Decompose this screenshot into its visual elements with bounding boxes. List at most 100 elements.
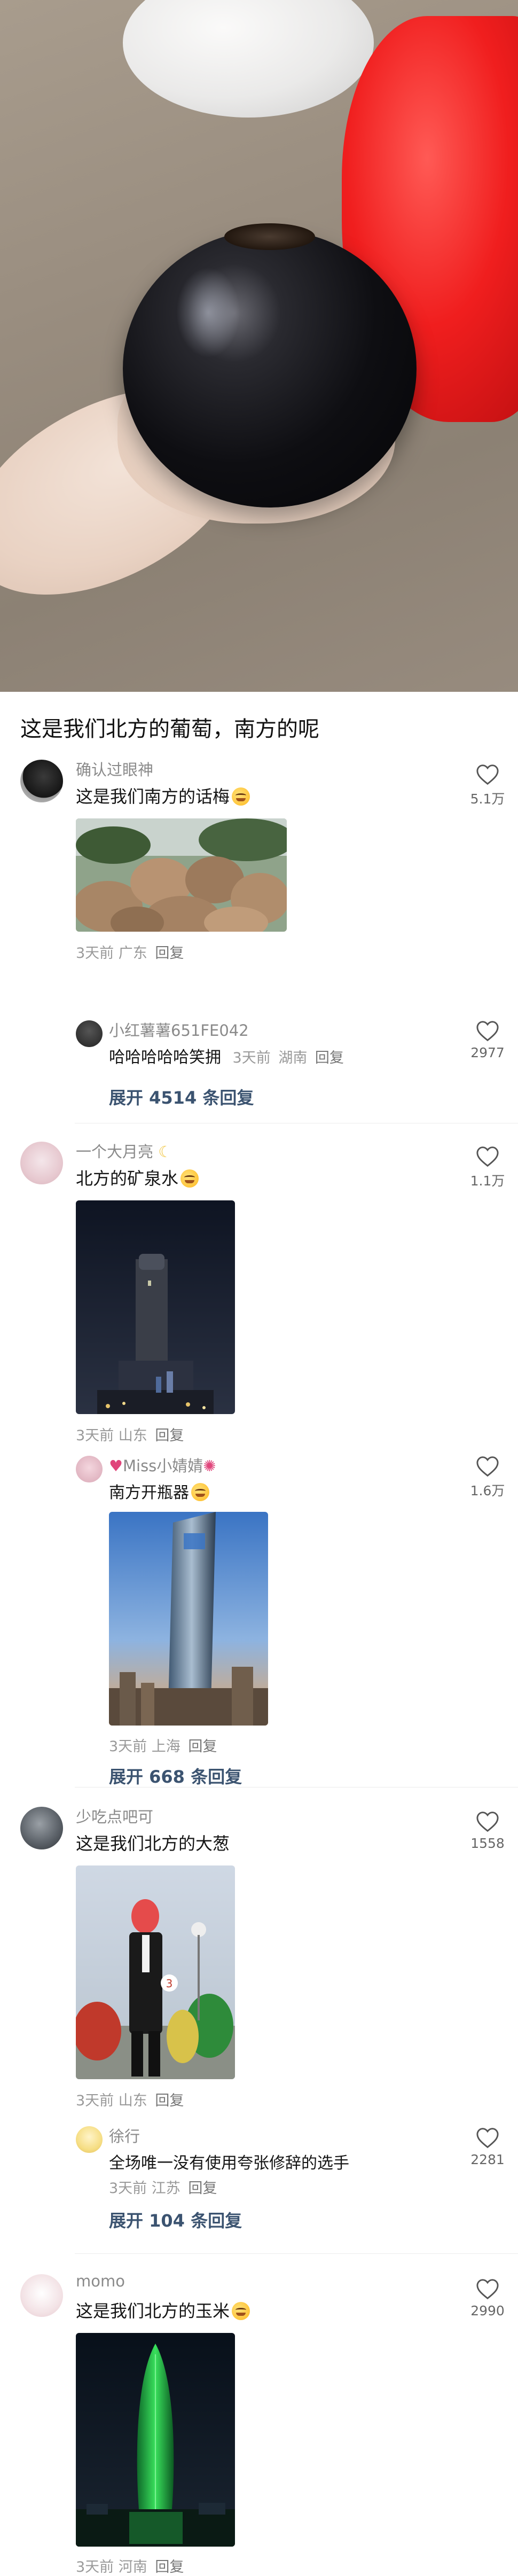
reply-meta: 3天前 江苏 回复 — [109, 2176, 217, 2197]
reply-text[interactable]: 南方开瓶器 — [109, 1479, 209, 1503]
comment-username[interactable]: 少吃点吧可 — [76, 1805, 153, 1827]
comment-username[interactable]: 一个大月亮 ☾ — [76, 1139, 172, 1162]
heart-outline-icon — [476, 764, 499, 785]
avatar[interactable] — [20, 760, 63, 802]
heart-outline-icon — [476, 2128, 499, 2149]
like-count: 2977 — [470, 1045, 505, 1060]
comment-username-text: 一个大月亮 — [76, 1143, 154, 1161]
reply-username-text: Miss小婧婧 — [123, 1457, 203, 1475]
reply-text[interactable]: 全场唯一没有使用夸张修辞的选手 — [109, 2150, 349, 2173]
reply-text[interactable]: 哈哈哈哈哈笑拥 3天前 湖南 回复 — [109, 1044, 344, 1067]
comment-time: 3天前 — [76, 2093, 114, 2109]
heart-outline-icon — [476, 1021, 499, 1042]
comment-text[interactable]: 这是我们北方的大葱 — [76, 1830, 230, 1855]
comment-username[interactable]: momo — [76, 2272, 125, 2290]
expand-replies-link[interactable]: 展开 104 条回复 — [109, 2207, 242, 2232]
fruit-highlight — [176, 267, 240, 358]
grinning-face-icon — [191, 1483, 209, 1501]
comment-meta: 3天前 广东 回复 — [76, 941, 184, 962]
expand-replies-link[interactable]: 展开 4514 条回复 — [109, 1084, 254, 1109]
moon-icon: ☾ — [158, 1143, 172, 1161]
comment-item: 少吃点吧可 这是我们北方的大葱 3 3天前 山东 回复 1558 徐行 全场唯一… — [0, 1800, 518, 2254]
black-grape-fruit — [123, 230, 417, 508]
like-button[interactable]: 2990 — [464, 2278, 512, 2319]
reply-button[interactable]: 回复 — [188, 2180, 217, 2197]
comment-text[interactable]: 这是我们南方的话梅 — [76, 783, 250, 808]
like-count: 1.6万 — [470, 1483, 505, 1498]
reply-location: 湖南 — [278, 1050, 308, 1066]
comment-location: 广东 — [118, 945, 147, 962]
reply-avatar[interactable] — [76, 1020, 103, 1047]
divider — [75, 2253, 518, 2254]
reply-username[interactable]: 小红薯薯651FE042 — [109, 1018, 249, 1041]
like-button[interactable]: 1.6万 — [464, 1456, 512, 1500]
comment-time: 3天前 — [76, 1427, 114, 1444]
reply-button[interactable]: 回复 — [155, 1427, 184, 1444]
grinning-face-icon — [232, 2302, 250, 2320]
comment-image[interactable] — [76, 818, 287, 932]
grinning-face-icon — [232, 787, 250, 806]
comment-item: 确认过眼神 这是我们南方的话梅 3天前 广东 回复 5.1万 小红薯薯651FE… — [0, 753, 518, 1127]
reply-meta: 3天前 上海 回复 — [109, 1735, 217, 1755]
reply-location: 江苏 — [151, 2180, 180, 2197]
reply-button[interactable]: 回复 — [155, 945, 184, 962]
reply-button[interactable]: 回复 — [155, 2559, 184, 2575]
reply-location: 上海 — [151, 1738, 180, 1755]
like-button[interactable]: 2977 — [464, 1020, 512, 1060]
skyscraper-image — [109, 1512, 268, 1726]
lips-icon: ♥ — [109, 1457, 123, 1475]
post-image[interactable] — [0, 0, 518, 692]
comment-item: momo 这是我们北方的玉米 3天前 河南 回复 2990 — [0, 2268, 518, 2576]
like-count: 2990 — [470, 2303, 505, 2319]
fruit-stem — [224, 223, 315, 250]
reply-button[interactable]: 回复 — [315, 1050, 344, 1066]
heart-outline-icon — [476, 1812, 499, 1832]
comment-meta: 3天前 山东 回复 — [76, 1424, 184, 1445]
grinning-face-icon — [180, 1169, 199, 1188]
comment-item: 一个大月亮 ☾ 北方的矿泉水 3天前 山东 回复 1.1万 ♥Miss小婧婧✺ … — [0, 1135, 518, 1787]
comment-text-content: 这是我们南方的话梅 — [76, 786, 230, 807]
reply-username[interactable]: ♥Miss小婧婧✺ — [109, 1454, 216, 1476]
comment-username[interactable]: 确认过眼神 — [76, 758, 153, 780]
reply-time: 3天前 — [109, 1738, 147, 1755]
comment-meta: 3天前 河南 回复 — [76, 2555, 184, 2576]
comment-location: 河南 — [118, 2559, 147, 2575]
expand-replies-link[interactable]: 展开 668 条回复 — [109, 1763, 242, 1788]
reply-avatar[interactable] — [76, 2126, 103, 2153]
like-button[interactable]: 5.1万 — [464, 764, 512, 808]
night-tower-image — [76, 1200, 235, 1414]
reply-image[interactable] — [109, 1512, 268, 1726]
comment-text[interactable]: 这是我们北方的玉米 — [76, 2298, 250, 2322]
reply-time: 3天前 — [109, 2180, 147, 2197]
reply-text-content: 哈哈哈哈哈笑拥 — [109, 1048, 221, 1067]
like-button[interactable]: 1558 — [464, 1811, 512, 1851]
reply-avatar[interactable] — [76, 1456, 103, 1482]
tall-man-image: 3 — [76, 1865, 235, 2079]
comment-text-content: 这是我们北方的玉米 — [76, 2301, 230, 2321]
post-title: 这是我们北方的葡萄，南方的呢 — [20, 717, 319, 741]
reply-button[interactable]: 回复 — [155, 2093, 184, 2109]
heart-outline-icon — [476, 1146, 499, 1167]
comment-location: 山东 — [118, 1427, 147, 1444]
comment-time: 3天前 — [76, 2559, 114, 2575]
reply-text-content: 南方开瓶器 — [109, 1484, 189, 1502]
comment-image[interactable] — [76, 1200, 235, 1414]
like-count: 1558 — [470, 1836, 505, 1851]
like-button[interactable]: 2281 — [464, 2127, 512, 2167]
corn-tower-image — [76, 2333, 235, 2547]
sparkle-icon: ✺ — [203, 1457, 216, 1475]
avatar[interactable] — [20, 1807, 63, 1849]
comment-text[interactable]: 北方的矿泉水 — [76, 1165, 199, 1190]
avatar[interactable] — [20, 1142, 63, 1184]
reply-time: 3天前 — [232, 1050, 271, 1066]
reply-button[interactable]: 回复 — [188, 1738, 217, 1755]
reply-username[interactable]: 徐行 — [109, 2124, 140, 2146]
comment-time: 3天前 — [76, 945, 114, 962]
like-button[interactable]: 1.1万 — [464, 1146, 512, 1190]
heart-outline-icon — [476, 2279, 499, 2300]
avatar[interactable] — [20, 2274, 63, 2317]
rock-pile-image — [76, 818, 287, 932]
comment-image[interactable]: 3 — [76, 1865, 235, 2079]
comment-image[interactable] — [76, 2333, 235, 2547]
svg-text:3: 3 — [166, 1977, 173, 1990]
